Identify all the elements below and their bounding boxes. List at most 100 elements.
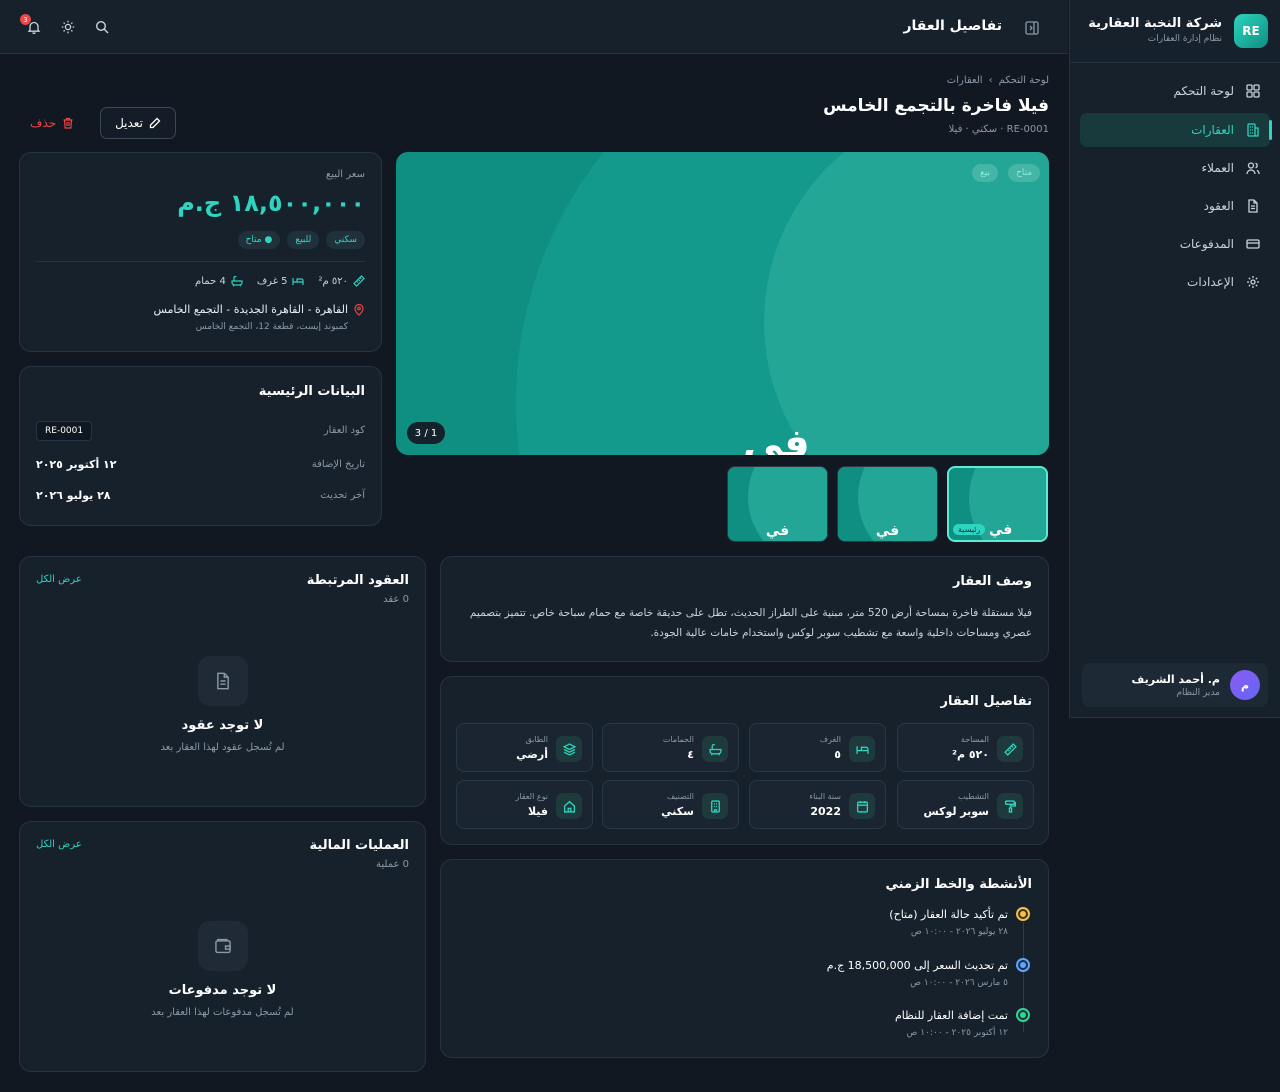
gallery-thumbnail-3[interactable]: في — [727, 466, 828, 542]
sidebar: RE شركة النخبة العقارية نظام إدارة العقا… — [1069, 0, 1280, 718]
timeline-event-time: ١٢ أكتوبر ٢٠٢٥ - ١٠:٠٠ ص — [906, 1028, 1008, 1038]
breadcrumb-current[interactable]: العقارات — [947, 75, 983, 86]
sidebar-item-properties[interactable]: العقارات — [1080, 113, 1272, 147]
bed-icon — [292, 275, 305, 287]
description-text: فيلا مستقلة فاخرة بمساحة أرض 520 متر، مب… — [469, 607, 1032, 639]
notifications-button[interactable]: 3 — [20, 14, 44, 37]
main-info-title: البيانات الرئيسية — [258, 384, 365, 399]
tile-label: التصنيف — [666, 792, 694, 801]
timeline-title: الأنشطة والخط الزمني — [885, 877, 1033, 892]
payments-view-all-link[interactable]: عرض الكل — [36, 839, 82, 850]
tile-label: المساحة — [960, 735, 989, 744]
timeline-dot — [1016, 958, 1030, 972]
gallery-thumbnail-1[interactable]: في رئيسية — [947, 466, 1048, 542]
bath-icon — [702, 736, 728, 762]
delete-button[interactable]: حذف — [30, 113, 74, 133]
bath-icon — [231, 275, 243, 287]
tile-label: الطابق — [525, 735, 548, 744]
contracts-count: 0 عقد — [383, 594, 409, 605]
timeline-dot — [1016, 907, 1030, 921]
info-label: آخر تحديث — [320, 490, 365, 501]
price-card: سعر البيع ١٨,٥٠٠,٠٠٠ ج.م سكني للبيع ● مت… — [19, 152, 382, 352]
sidebar-item-contracts[interactable]: العقود — [1080, 189, 1270, 223]
trash-icon — [62, 117, 74, 129]
property-specs: ٥٢٠ م² 5 غرف 4 حمام — [195, 275, 365, 287]
tile-label: الحمامات — [662, 735, 694, 744]
sidebar-item-clients[interactable]: العملاء — [1080, 151, 1270, 185]
page-title: فيلا فاخرة بالتجمع الخامس — [823, 96, 1049, 116]
edit-button[interactable]: تعديل — [100, 107, 176, 139]
users-icon — [1246, 161, 1260, 175]
price-value: ١٨,٥٠٠,٠٠٠ ج.م — [177, 189, 365, 217]
timeline-event-title: تم تحديث السعر إلى 18,500,000 ج.م — [826, 959, 1008, 972]
tile-value: أرضي — [516, 748, 548, 761]
detail-tile-type: نوع العقار فيلا — [456, 780, 593, 829]
sidebar-item-label: العقارات — [1191, 123, 1234, 137]
breadcrumb-separator: › — [988, 75, 993, 86]
thumbnail-glyph: في — [875, 523, 900, 539]
contracts-empty-subtitle: لم تُسجل عقود لهذا العقار بعد — [160, 742, 285, 753]
pencil-icon — [149, 117, 161, 129]
detail-tile-rooms: الغرف ٥ — [749, 723, 886, 772]
map-pin-icon — [353, 303, 365, 316]
sidebar-item-dashboard[interactable]: لوحة التحكم — [1080, 74, 1270, 108]
detail-tile-baths: الحمامات ٤ — [602, 723, 739, 772]
breadcrumb-home[interactable]: لوحة التحكم — [999, 75, 1049, 86]
calendar-icon — [849, 793, 875, 819]
notification-badge: 3 — [20, 14, 31, 25]
breadcrumb: لوحة التحكم › العقارات — [947, 75, 1049, 86]
tags: سكني للبيع ● متاح — [237, 231, 365, 249]
info-label: كود العقار — [323, 425, 365, 436]
image-placeholder-glyph: في — [743, 421, 810, 455]
image-bg-shape — [764, 152, 1049, 455]
payments-title: العمليات المالية — [309, 838, 409, 853]
gallery-thumbnail-2[interactable]: في — [837, 466, 938, 542]
ruler-icon — [353, 275, 365, 287]
sidebar-toggle-button[interactable] — [1022, 18, 1042, 38]
sidebar-item-label: العملاء — [1201, 161, 1234, 175]
credit-card-icon — [1246, 237, 1260, 251]
divider — [36, 261, 365, 262]
description-card: وصف العقار فيلا مستقلة فاخرة بمساحة أرض … — [440, 556, 1049, 662]
tile-label: سنة البناء — [809, 792, 841, 801]
sidebar-item-label: العقود — [1203, 199, 1234, 213]
payments-count: 0 عملية — [376, 859, 409, 870]
status-badge: متاح — [1008, 164, 1041, 182]
location: القاهرة - القاهرة الجديدة - التجمع الخام… — [153, 303, 365, 316]
paint-roller-icon — [997, 793, 1023, 819]
detail-tile-floor: الطابق أرضي — [456, 723, 593, 772]
user-role: مدير النظام — [1176, 687, 1220, 698]
price-label: سعر البيع — [325, 169, 365, 180]
sidebar-item-label: لوحة التحكم — [1173, 84, 1235, 98]
sidebar-item-payments[interactable]: المدفوعات — [1080, 227, 1270, 261]
tile-label: التشطيب — [957, 792, 989, 801]
property-subtitle: RE-0001 · سكني · فيلا — [948, 124, 1049, 135]
user-card[interactable]: م م. أحمد الشريف مدير النظام — [1082, 663, 1268, 707]
search-button[interactable] — [92, 17, 112, 37]
sun-icon — [61, 20, 75, 34]
timeline-event-title: تمت إضافة العقار للنظام — [894, 1009, 1008, 1022]
detail-tile-finishing: التشطيب سوبر لوكس — [897, 780, 1034, 829]
empty-state-icon-box — [198, 921, 248, 971]
sidebar-item-settings[interactable]: الإعدادات — [1080, 265, 1270, 299]
wallet-icon — [214, 937, 232, 955]
contracts-view-all-link[interactable]: عرض الكل — [36, 574, 82, 585]
brand-name: شركة النخبة العقارية — [1088, 16, 1222, 31]
sidebar-item-label: الإعدادات — [1187, 275, 1234, 289]
home-icon — [556, 793, 582, 819]
payments-empty-title: لا توجد مدفوعات — [168, 983, 277, 998]
contracts-empty-title: لا توجد عقود — [181, 718, 264, 733]
spec-rooms-value: 5 غرف — [256, 275, 288, 287]
theme-toggle-button[interactable] — [58, 17, 78, 37]
timeline-event-time: ٥ مارس ٢٠٢٦ - ١٠:٠٠ ص — [910, 978, 1008, 988]
building-icon — [702, 793, 728, 819]
image-gallery-main[interactable]: في — [396, 152, 1049, 455]
main-image-badge: رئيسية — [953, 524, 986, 535]
tile-value: سكني — [661, 805, 694, 818]
building-icon — [1246, 123, 1260, 137]
spec-area-value: ٥٢٠ م² — [318, 275, 348, 287]
timeline-dot — [1016, 1008, 1030, 1022]
delete-button-label: حذف — [30, 116, 57, 130]
tile-value: ٥ — [834, 748, 841, 761]
tile-value: فيلا — [527, 805, 548, 818]
